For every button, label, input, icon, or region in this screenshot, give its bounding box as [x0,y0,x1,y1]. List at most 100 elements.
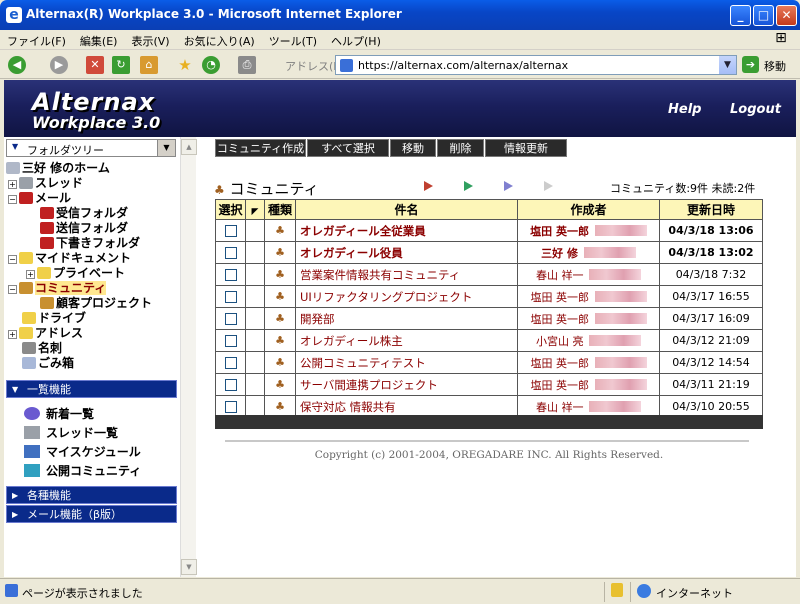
row-author-name[interactable]: 塩田 英一郎 [531,291,590,304]
row-flag-cell[interactable] [245,307,265,330]
row-author[interactable]: 小宮山 亮 [517,329,660,352]
row-author-name[interactable]: 塩田 英一郎 [531,357,590,370]
tree-business-cards[interactable]: 名刺 [22,341,62,356]
row-subject-link[interactable]: 開発部 [300,312,335,326]
maximize-button[interactable]: □ [753,5,774,26]
row-subject[interactable]: 公開コミュニティテスト [295,351,518,374]
tree-home[interactable]: 三好 修のホーム [6,161,110,176]
address-input[interactable]: https://alternax.com/alternax/alternax [358,59,568,72]
move-button[interactable]: 移動 [390,139,436,157]
row-author-name[interactable]: 小宮山 亮 [536,335,584,348]
tree-inbox[interactable]: 受信フォルダ [40,206,128,221]
green-flag-icon[interactable] [464,181,473,191]
row-flag-cell[interactable] [245,329,265,352]
tree-my-documents[interactable]: − マイドキュメント [8,251,131,266]
table-row[interactable]: ♣ サーバ間連携プロジェクト 塩田 英一郎 04/3/11 21:19 [215,373,763,396]
row-subject-link[interactable]: オレガディール役員 [300,246,403,260]
row-flag-cell[interactable] [245,219,265,242]
close-button[interactable]: ✕ [776,5,797,26]
row-author-name[interactable]: 春山 祥一 [536,269,584,282]
row-author[interactable]: 春山 祥一 [517,263,660,286]
select-all-button[interactable]: すべて選択 [307,139,389,157]
table-row[interactable]: ♣ UIリファクタリングプロジェクト 塩田 英一郎 04/3/17 16:55 [215,285,763,308]
row-author-name[interactable]: 塩田 英一郎 [531,313,590,326]
row-flag-cell[interactable] [245,285,265,308]
tree-community[interactable]: − コミュニティ [8,281,107,296]
row-subject-link[interactable]: 保守対応 情報共有 [300,400,396,414]
delete-button[interactable]: 削除 [437,139,484,157]
row-author-name[interactable]: 春山 祥一 [536,401,584,414]
home-icon[interactable]: ⌂ [140,56,158,74]
table-row[interactable]: ♣ 営業案件情報共有コミュニティ 春山 祥一 04/3/18 7:32 [215,263,763,286]
row-author[interactable]: 塩田 英一郎 [517,219,660,242]
row-subject[interactable]: オレガディール全従業員 [295,219,518,242]
row-flag-cell[interactable] [245,241,265,264]
row-checkbox[interactable] [224,290,237,303]
red-flag-icon[interactable] [424,181,433,191]
back-icon[interactable]: ◀ [8,56,26,74]
table-row[interactable]: ♣ オレガディール株主 小宮山 亮 04/3/12 21:09 [215,329,763,352]
collapse-icon[interactable]: − [8,195,17,204]
menu-tools[interactable]: ツール(T) [262,30,324,52]
row-subject-link[interactable]: オレガディール全従業員 [300,224,426,238]
tree-thread[interactable]: + スレッド [8,176,83,191]
expand-icon[interactable]: + [8,180,17,189]
minimize-button[interactable]: _ [730,5,751,26]
row-subject-link[interactable]: 公開コミュニティテスト [300,356,426,370]
tree-client-project[interactable]: 顧客プロジェクト [40,296,152,311]
tree-drive[interactable]: ドライブ [22,311,86,326]
row-author-name[interactable]: 三好 修 [541,247,578,260]
list-item-new[interactable]: 新着一覧 [24,405,94,422]
help-link[interactable]: Help [668,102,701,117]
expand-icon[interactable]: + [26,270,35,279]
row-flag-cell[interactable] [245,373,265,396]
menu-help[interactable]: ヘルプ(H) [324,30,388,52]
row-checkbox[interactable] [224,246,237,259]
row-author[interactable]: 塩田 英一郎 [517,285,660,308]
row-author[interactable]: 塩田 英一郎 [517,307,660,330]
menu-favorites[interactable]: お気に入り(A) [177,30,262,52]
row-checkbox[interactable] [224,268,237,281]
expand-icon[interactable]: + [8,330,17,339]
list-item-public-community[interactable]: 公開コミュニティ [24,462,141,479]
create-community-button[interactable]: コミュニティ作成 [215,139,306,157]
row-subject[interactable]: UIリファクタリングプロジェクト [295,285,518,308]
forward-icon[interactable]: ▶ [50,56,68,74]
row-flag-cell[interactable] [245,351,265,374]
address-bar[interactable]: https://alternax.com/alternax/alternax ▼ [335,55,737,75]
row-subject-link[interactable]: UIリファクタリングプロジェクト [300,290,472,304]
clear-flag-icon[interactable] [544,181,553,191]
row-checkbox[interactable] [224,378,237,391]
list-item-threads[interactable]: スレッド一覧 [24,424,118,441]
row-subject[interactable]: オレガディール役員 [295,241,518,264]
tree-sent[interactable]: 送信フォルダ [40,221,128,236]
row-author[interactable]: 塩田 英一郎 [517,373,660,396]
row-subject[interactable]: 営業案件情報共有コミュニティ [295,263,518,286]
tree-private[interactable]: + プライベート [26,266,125,281]
menu-edit[interactable]: 編集(E) [73,30,125,52]
row-subject-link[interactable]: サーバ間連携プロジェクト [300,378,438,392]
table-row[interactable]: ♣ オレガディール役員 三好 修 04/3/18 13:02 [215,241,763,264]
row-subject[interactable]: 開発部 [295,307,518,330]
dropdown-arrow-icon[interactable]: ▼ [157,140,175,156]
row-author[interactable]: 三好 修 [517,241,660,264]
stop-icon[interactable]: ✕ [86,56,104,74]
row-flag-cell[interactable] [245,263,265,286]
row-author-name[interactable]: 塩田 英一郎 [531,379,590,392]
folder-tree-dropdown[interactable]: ▼ フォルダツリー ▼ [6,139,176,157]
print-icon[interactable]: ⎙ [238,56,256,74]
table-row[interactable]: ♣ 公開コミュニティテスト 塩田 英一郎 04/3/12 14:54 [215,351,763,374]
row-subject-link[interactable]: 営業案件情報共有コミュニティ [300,268,460,282]
list-item-schedule[interactable]: マイスケジュール [24,443,141,460]
row-checkbox[interactable] [224,312,237,325]
various-functions-header[interactable]: ▶ 各種機能 [6,486,177,504]
go-button[interactable]: ➔ 移動 [742,55,798,75]
list-functions-header[interactable]: ▼ 一覧機能 [6,380,177,398]
refresh-icon[interactable]: ↻ [112,56,130,74]
logout-link[interactable]: Logout [730,102,781,117]
address-dropdown-icon[interactable]: ▼ [719,56,736,74]
menu-view[interactable]: 表示(V) [124,30,176,52]
scroll-down-icon[interactable]: ▼ [181,559,197,575]
row-subject-link[interactable]: オレガディール株主 [300,334,403,348]
row-checkbox[interactable] [224,400,237,413]
